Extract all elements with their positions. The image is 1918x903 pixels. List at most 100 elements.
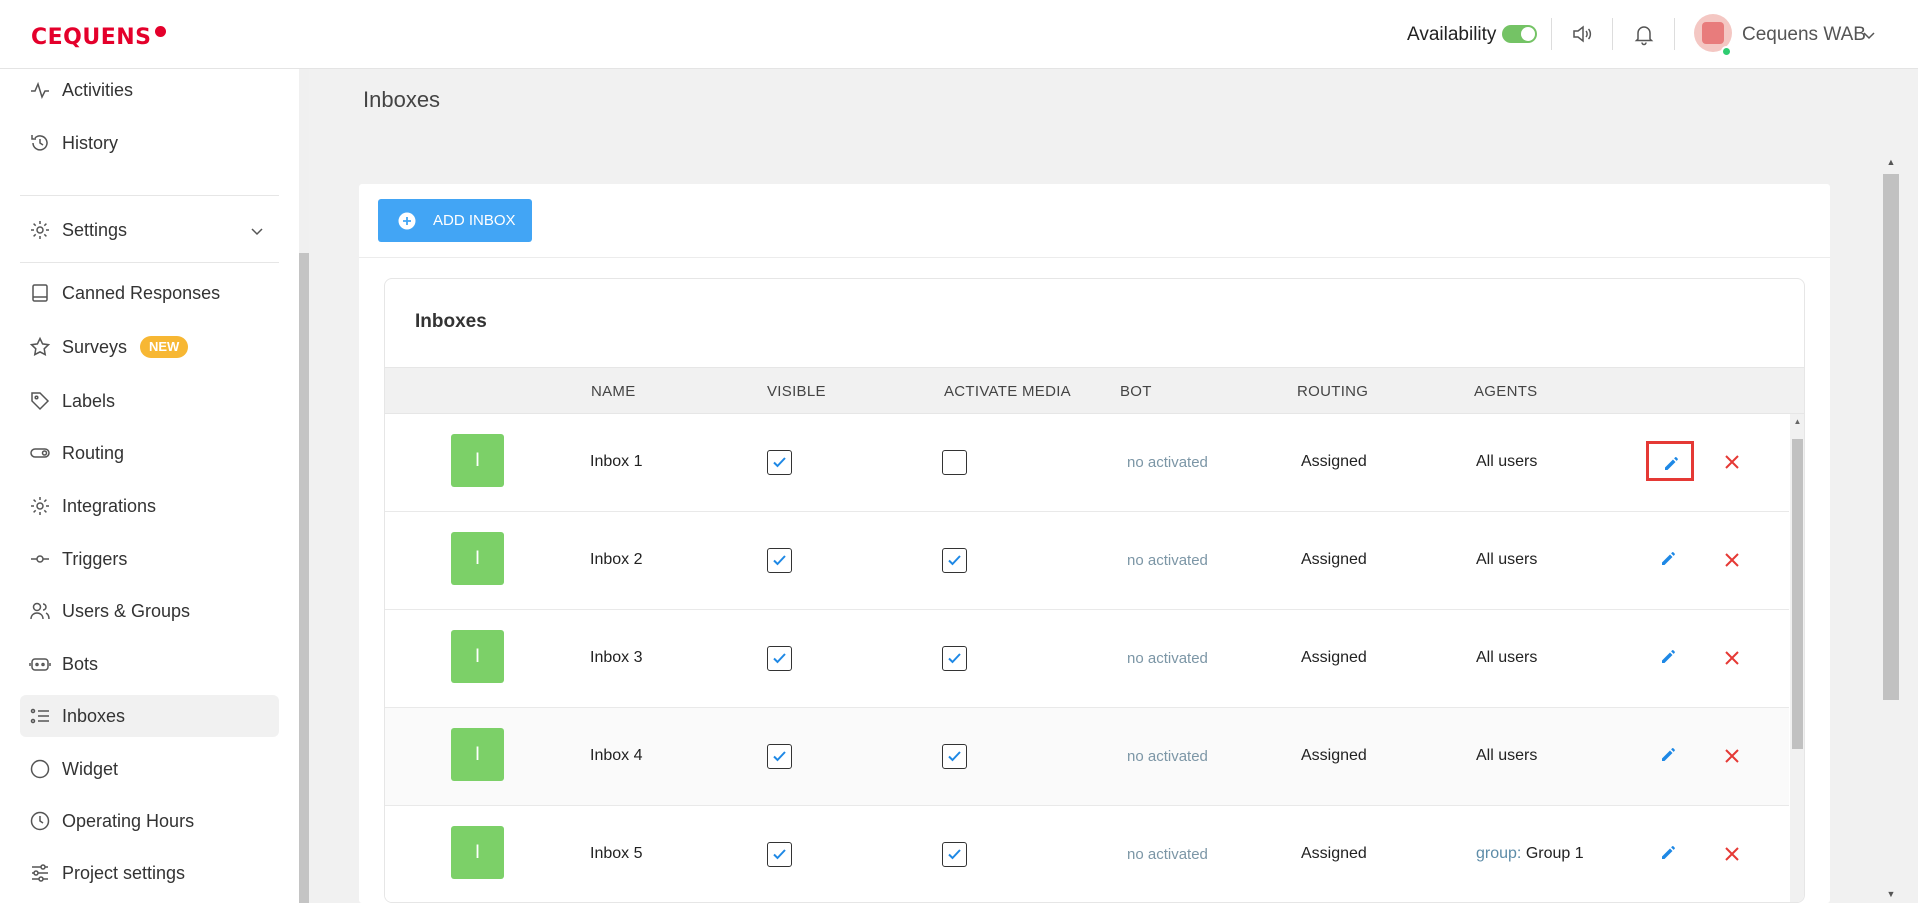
table-scroll-up-arrow[interactable]: ▲: [1792, 417, 1803, 426]
sidebar-item-label: Operating Hours: [62, 811, 195, 831]
column-header-bot: BOT: [1120, 383, 1152, 400]
inboxes-card: ADD INBOX Inboxes NAME VISIBLE ACTIVATE …: [359, 184, 1830, 903]
bot-status: no activated: [1127, 454, 1208, 471]
inbox-avatar: I: [451, 532, 504, 585]
table-header: NAME VISIBLE ACTIVATE MEDIA BOT ROUTING …: [385, 367, 1804, 414]
agents-value: All users: [1476, 649, 1537, 667]
scroll-up-arrow[interactable]: ▲: [1884, 157, 1898, 169]
column-header-agents: AGENTS: [1474, 383, 1538, 400]
divider: [1612, 18, 1613, 50]
table-body: I Inbox 1 no activated Assigned All user…: [385, 414, 1804, 902]
sidebar-item-history[interactable]: History: [20, 122, 279, 164]
plus-circle-icon: [398, 212, 416, 230]
gear-icon: [29, 495, 51, 517]
sidebar-item-label: Settings: [62, 220, 128, 240]
routing-icon: [29, 442, 51, 464]
circle-icon: [29, 758, 51, 780]
new-badge: NEW: [140, 336, 189, 358]
main-scrollbar-thumb[interactable]: [1883, 174, 1899, 700]
inbox-name: Inbox 4: [590, 747, 643, 764]
agents-text: All users: [1476, 747, 1538, 764]
trigger-icon: [29, 548, 51, 570]
cequens-logo[interactable]: CEQUENS: [31, 25, 152, 50]
toggle-knob: [1521, 27, 1535, 41]
delete-button[interactable]: [1719, 841, 1745, 867]
sidebar-scrollbar-thumb[interactable]: [299, 253, 309, 903]
activate-media-checkbox[interactable]: [942, 450, 967, 475]
sidebar-item-label: Bots: [62, 654, 99, 674]
sidebar-item-label: Widget: [62, 759, 119, 779]
delete-button[interactable]: [1719, 645, 1745, 671]
sidebar-item-inboxes[interactable]: Inboxes: [20, 695, 279, 737]
agents-value: All users: [1476, 747, 1537, 765]
delete-button[interactable]: [1719, 547, 1745, 573]
tag-icon: [29, 390, 51, 412]
table-row: I Inbox 5 no activated Assigned group: G…: [385, 806, 1789, 902]
add-inbox-button[interactable]: ADD INBOX: [378, 199, 532, 242]
sidebar-item-users-groups[interactable]: Users & Groups: [20, 590, 279, 632]
scroll-down-arrow[interactable]: ▼: [1884, 889, 1898, 901]
sidebar: Activities History Settings Canned Respo…: [0, 69, 299, 903]
delete-button[interactable]: [1719, 449, 1745, 475]
visible-checkbox[interactable]: [767, 450, 792, 475]
edit-button[interactable]: [1646, 441, 1694, 481]
sidebar-item-label: Users & Groups: [62, 601, 191, 621]
edit-button[interactable]: [1646, 539, 1694, 579]
visible-checkbox[interactable]: [767, 548, 792, 573]
edit-button[interactable]: [1646, 637, 1694, 677]
inbox-avatar: I: [451, 826, 504, 879]
sidebar-item-label: Triggers: [62, 549, 128, 569]
inbox-name: Inbox 3: [590, 649, 643, 666]
sidebar-item-triggers[interactable]: Triggers: [20, 538, 279, 580]
bot-status: no activated: [1127, 748, 1208, 765]
sidebar-item-activities[interactable]: Activities: [20, 69, 279, 111]
bot-status: no activated: [1127, 846, 1208, 863]
sidebar-item-label: Activities: [62, 80, 134, 100]
user-name[interactable]: Cequens WAB: [1742, 24, 1866, 46]
delete-button[interactable]: [1719, 743, 1745, 769]
availability-toggle[interactable]: [1502, 25, 1537, 43]
sidebar-item-labels[interactable]: Labels: [20, 380, 279, 422]
inbox-avatar: I: [451, 630, 504, 683]
sidebar-item-widget[interactable]: Widget: [20, 748, 279, 790]
agents-text: All users: [1476, 453, 1538, 470]
sidebar-item-label: History: [62, 133, 119, 153]
inbox-avatar: I: [451, 434, 504, 487]
sidebar-item-label: Integrations: [62, 496, 157, 516]
history-icon: [29, 132, 51, 154]
activity-icon: [29, 79, 51, 101]
inbox-name: Inbox 5: [590, 845, 643, 862]
sidebar-item-settings[interactable]: Settings: [20, 209, 279, 251]
sidebar-item-integrations[interactable]: Integrations: [20, 485, 279, 527]
column-header-name: NAME: [591, 383, 636, 400]
sidebar-item-canned-responses[interactable]: Canned Responses: [20, 272, 279, 314]
chevron-down-icon: [249, 223, 265, 239]
sidebar-item-bots[interactable]: Bots: [20, 643, 279, 685]
avatar-image: [1702, 22, 1724, 44]
edit-button[interactable]: [1646, 833, 1694, 873]
activate-media-checkbox[interactable]: [942, 744, 967, 769]
online-status-dot: [1721, 46, 1732, 57]
routing-value: Assigned: [1301, 747, 1367, 764]
speaker-icon[interactable]: [1570, 22, 1594, 46]
sidebar-item-operating-hours[interactable]: Operating Hours: [20, 800, 279, 842]
routing-value: Assigned: [1301, 551, 1367, 568]
sidebar-item-label: Project settings: [62, 863, 186, 883]
agents-text: All users: [1476, 649, 1538, 666]
visible-checkbox[interactable]: [767, 842, 792, 867]
edit-button[interactable]: [1646, 735, 1694, 775]
sidebar-item-surveys[interactable]: Surveys NEW: [20, 326, 279, 368]
sidebar-item-label: Canned Responses: [62, 283, 221, 303]
table-scrollbar-thumb[interactable]: [1792, 439, 1803, 749]
card-toolbar: ADD INBOX: [359, 184, 1830, 258]
visible-checkbox[interactable]: [767, 744, 792, 769]
activate-media-checkbox[interactable]: [942, 842, 967, 867]
sidebar-item-project-settings[interactable]: Project settings: [20, 852, 279, 894]
bell-icon[interactable]: [1632, 22, 1656, 46]
activate-media-checkbox[interactable]: [942, 646, 967, 671]
activate-media-checkbox[interactable]: [942, 548, 967, 573]
visible-checkbox[interactable]: [767, 646, 792, 671]
bot-icon: [29, 653, 51, 675]
chevron-down-icon[interactable]: [1862, 28, 1876, 42]
sidebar-item-routing[interactable]: Routing: [20, 432, 279, 474]
